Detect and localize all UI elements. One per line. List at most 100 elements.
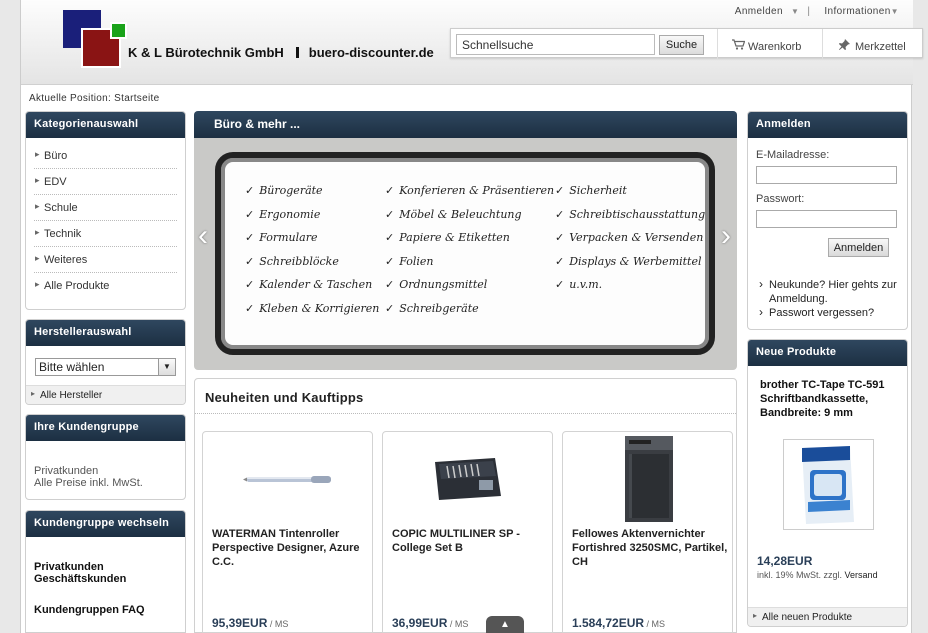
slider-item[interactable]: Bürogeräte: [245, 184, 379, 208]
slider-next-icon[interactable]: ›: [721, 219, 731, 253]
pin-icon: [839, 39, 852, 53]
customer-group-title: Ihre Kundengruppe: [26, 415, 185, 441]
cart-label: Warenkorb: [748, 41, 802, 53]
cart-icon: [732, 39, 746, 53]
slider-item[interactable]: Ordnungsmittel: [385, 278, 554, 302]
login-box: Anmelden E-Mailadresse: Passwort: Anmeld…: [747, 111, 908, 330]
product-price: 1.584,72EUR / MS: [572, 616, 666, 630]
chevron-down-icon: ▼: [790, 7, 800, 16]
chevron-down-icon: ▼: [890, 7, 899, 16]
slider-board[interactable]: Bürogeräte Ergonomie Formulare Schreibbl…: [215, 152, 715, 355]
product-card[interactable]: WATERMAN Tintenroller Perspective Design…: [202, 431, 373, 633]
category-list: Büro EDV Schule Technik Weiteres Alle Pr…: [26, 138, 185, 299]
slider-prev-icon[interactable]: ‹: [198, 219, 208, 253]
forgot-password-link[interactable]: Passwort vergessen?: [756, 305, 901, 320]
category-item[interactable]: Alle Produkte: [34, 273, 177, 299]
slider-item[interactable]: Möbel & Beleuchtung: [385, 208, 554, 232]
new-products-title: Neue Produkte: [748, 340, 907, 366]
header: K & L Bürotechnik GmbH buero-discounter.d…: [21, 0, 923, 85]
breadcrumb: Aktuelle Position: Startseite: [29, 93, 160, 104]
register-link[interactable]: Neukunde? Hier gehts zur Anmeldung.: [756, 277, 901, 306]
page: K & L Bürotechnik GmbH buero-discounter.d…: [20, 0, 923, 633]
switch-private-link[interactable]: Privatkunden: [26, 561, 185, 573]
brand-text: K & L Bürotechnik GmbH buero-discounter.d…: [128, 45, 434, 60]
customer-group-name: Privatkunden: [34, 465, 99, 477]
category-item[interactable]: Schule: [34, 195, 177, 221]
switch-group-box: Kundengruppe wechseln Privatkunden Gesch…: [25, 510, 186, 633]
category-item[interactable]: Büro: [34, 143, 177, 169]
login-box-title: Anmelden: [748, 112, 907, 138]
customer-group-note: Alle Preise inkl. MwSt.: [34, 477, 143, 489]
login-links: Neukunde? Hier gehts zur Anmeldung. Pass…: [756, 277, 901, 320]
slider-item[interactable]: Ergonomie: [245, 208, 379, 232]
topnav-login[interactable]: Anmelden: [735, 6, 783, 17]
category-item[interactable]: EDV: [34, 169, 177, 195]
slider-title: Büro & mehr ...: [194, 111, 737, 138]
customer-group-faq-link[interactable]: Kundengruppen FAQ: [26, 604, 185, 616]
new-product-image[interactable]: [783, 439, 874, 530]
product-image[interactable]: [383, 432, 552, 524]
category-item[interactable]: Weiteres: [34, 247, 177, 273]
all-new-products-link[interactable]: Alle neuen Produkte: [748, 607, 907, 626]
search-input[interactable]: [456, 34, 655, 55]
cart-link[interactable]: Warenkorb: [732, 39, 801, 53]
switch-group-title: Kundengruppe wechseln: [26, 511, 185, 537]
login-button[interactable]: Anmelden: [828, 238, 889, 257]
customer-group-box: Ihre Kundengruppe Privatkunden Alle Prei…: [25, 414, 186, 500]
brand-name: K & L Bürotechnik GmbH: [128, 45, 284, 60]
product-card[interactable]: Fellowes Aktenvernichter Fortishred 3250…: [562, 431, 733, 633]
manufacturer-box: Herstellerauswahl Bitte wählen ▼ Alle He…: [25, 319, 186, 405]
chevron-down-icon: ▼: [158, 359, 175, 375]
category-item[interactable]: Technik: [34, 221, 177, 247]
new-product-name[interactable]: brother TC-Tape TC-591 Schriftbandkasset…: [760, 378, 900, 420]
password-label: Passwort:: [756, 193, 805, 205]
slider-item[interactable]: Schreibtischausstattung: [555, 208, 705, 232]
wishlist-label: Merkzettel: [855, 41, 906, 53]
product-name[interactable]: COPIC MULTILINER SP - College Set B: [392, 527, 548, 555]
slider-item[interactable]: Kleben & Korrigieren: [245, 302, 379, 326]
slider-item[interactable]: Schreibgeräte: [385, 302, 554, 326]
slider-column-2: Konferieren & Präsentieren Möbel & Beleu…: [385, 184, 554, 326]
wishlist-link[interactable]: Merkzettel: [839, 39, 906, 53]
shipping-link[interactable]: Versand: [845, 570, 878, 580]
slider-column-1: Bürogeräte Ergonomie Formulare Schreibbl…: [245, 184, 379, 326]
slider-item[interactable]: Kalender & Taschen: [245, 278, 379, 302]
new-product-tax: inkl. 19% MwSt. zzgl. Versand: [757, 570, 878, 580]
switch-business-link[interactable]: Geschäftskunden: [26, 573, 185, 585]
product-price: 36,99EUR / MS: [392, 616, 469, 630]
email-field[interactable]: [756, 166, 897, 184]
slider-item[interactable]: Verpacken & Versenden: [555, 231, 705, 255]
password-field[interactable]: [756, 210, 897, 228]
slider-item[interactable]: Konferieren & Präsentieren: [385, 184, 554, 208]
product-image[interactable]: [563, 432, 732, 524]
search-toolbar: Suche Warenkorb Merkzettel: [450, 28, 923, 59]
product-name[interactable]: Fellowes Aktenvernichter Fortishred 3250…: [572, 527, 728, 569]
slider-item[interactable]: Schreibblöcke: [245, 255, 379, 279]
brand-domain: buero-discounter.de: [308, 45, 434, 60]
all-manufacturers-link[interactable]: Alle Hersteller: [26, 385, 185, 404]
top-navigation: Anmelden ▼ | Informationen▼: [734, 6, 899, 17]
manufacturer-select-value: Bitte wählen: [39, 360, 105, 374]
product-image[interactable]: [203, 432, 372, 524]
product-price: 95,39EUR / MS: [212, 616, 289, 630]
slider-item[interactable]: u.v.m.: [555, 278, 705, 302]
topnav-info[interactable]: Informationen: [824, 6, 890, 17]
manufacturer-select[interactable]: Bitte wählen ▼: [35, 358, 176, 376]
slider-item[interactable]: Sicherheit: [555, 184, 705, 208]
arrow-up-icon: ▲: [500, 619, 510, 630]
slider-item[interactable]: Papiere & Etiketten: [385, 231, 554, 255]
category-box-title: Kategorienauswahl: [26, 112, 185, 138]
product-card[interactable]: COPIC MULTILINER SP - College Set B 36,9…: [382, 431, 553, 633]
email-label: E-Mailadresse:: [756, 149, 830, 161]
logo[interactable]: [63, 10, 133, 70]
search-button[interactable]: Suche: [659, 35, 704, 55]
new-products-box: Neue Produkte brother TC-Tape TC-591 Sch…: [747, 339, 908, 627]
slider-item[interactable]: Folien: [385, 255, 554, 279]
news-title: Neuheiten und Kauftipps: [205, 390, 364, 405]
slider-item[interactable]: Formulare: [245, 231, 379, 255]
slider-item[interactable]: Displays & Werbemittel: [555, 255, 705, 279]
manufacturer-box-title: Herstellerauswahl: [26, 320, 185, 346]
product-name[interactable]: WATERMAN Tintenroller Perspective Design…: [212, 527, 368, 569]
scroll-top-button[interactable]: ▲: [486, 616, 524, 633]
new-product-price: 14,28EUR: [757, 554, 813, 568]
